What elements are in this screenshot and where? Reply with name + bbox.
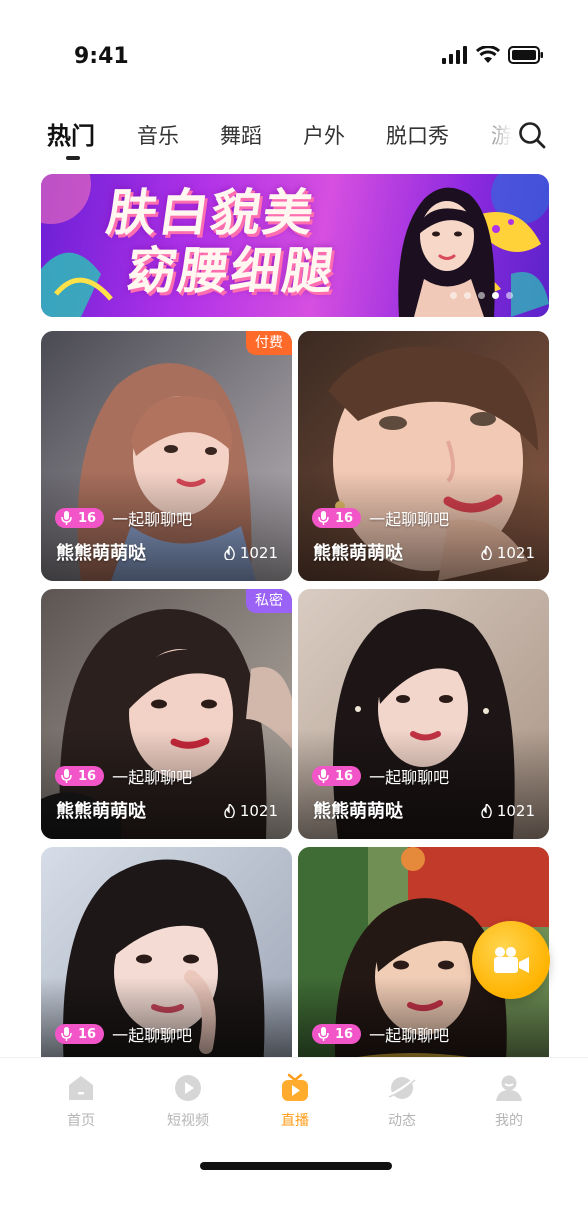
room-topic: 一起聊聊吧 [112, 1026, 193, 1045]
room-topic: 一起聊聊吧 [369, 1026, 450, 1045]
voice-count: 16 [335, 768, 354, 784]
flame-icon [481, 546, 492, 560]
home-indicator [200, 1162, 392, 1170]
topic-row: 16 一起聊聊吧 [312, 764, 449, 788]
status-icons [442, 46, 544, 64]
topic-row: 16 一起聊聊吧 [55, 506, 192, 530]
private-badge: 私密 [246, 589, 292, 613]
banner-dot[interactable] [478, 292, 485, 299]
voice-count-pill: 16 [55, 508, 105, 528]
live-room-card[interactable]: 私密 16 一起聊聊吧 熊熊萌萌哒 1021 [41, 589, 292, 839]
nav-item-short-video[interactable]: 短视频 [148, 1072, 228, 1130]
heat-value: 1021 [239, 544, 278, 562]
microphone-icon [318, 1027, 329, 1041]
nav-label: 短视频 [167, 1113, 209, 1129]
banner-dot-active[interactable] [492, 292, 499, 299]
flame-icon [224, 804, 235, 818]
wifi-icon [476, 46, 500, 63]
tab-indicator [66, 156, 80, 160]
live-room-card[interactable]: 16 一起聊聊吧 [41, 847, 292, 1057]
play-icon [175, 1075, 201, 1101]
live-room-card[interactable]: 16 一起聊聊吧 熊熊萌萌哒 1021 [298, 331, 549, 581]
tab-hot[interactable]: 热门 [47, 116, 95, 151]
room-topic: 一起聊聊吧 [112, 768, 193, 787]
nav-label: 直播 [281, 1113, 309, 1129]
streamer-name: 熊熊萌萌哒 [313, 801, 403, 822]
voice-count: 16 [78, 510, 97, 526]
paid-badge: 付费 [246, 331, 292, 355]
voice-count: 16 [78, 1026, 97, 1042]
promo-banner[interactable]: 肤白貌美 窈腰细腿 [41, 174, 549, 317]
topic-row: 16 一起聊聊吧 [312, 506, 449, 530]
banner-pagination [450, 292, 513, 299]
microphone-icon [61, 1027, 72, 1041]
microphone-icon [61, 511, 72, 525]
nav-item-profile[interactable]: 我的 [469, 1072, 549, 1130]
heat-count: 1021 [481, 802, 535, 820]
tab-outdoor[interactable]: 户外 [303, 120, 345, 150]
room-topic: 一起聊聊吧 [369, 510, 450, 529]
home-icon [69, 1076, 93, 1100]
voice-count-pill: 16 [312, 1024, 362, 1044]
voice-count: 16 [335, 510, 354, 526]
voice-count-pill: 16 [55, 766, 105, 786]
flame-icon [481, 804, 492, 818]
live-room-card[interactable]: 付费 16 一起聊聊吧 熊熊萌萌哒 1021 [41, 331, 292, 581]
banner-dot[interactable] [464, 292, 471, 299]
streamer-name: 熊熊萌萌哒 [56, 543, 146, 564]
nav-label: 动态 [388, 1113, 416, 1129]
heat-count: 1021 [224, 802, 278, 820]
go-live-button[interactable] [472, 921, 550, 999]
banner-dot[interactable] [450, 292, 457, 299]
heat-count: 1021 [481, 544, 535, 562]
battery-icon [508, 46, 543, 64]
voice-count-pill: 16 [312, 508, 362, 528]
banner-title-line2: 窈腰细腿 [122, 242, 339, 300]
banner-dot[interactable] [506, 292, 513, 299]
video-camera-icon [494, 947, 529, 973]
voice-count-pill: 16 [55, 1024, 105, 1044]
microphone-icon [318, 769, 329, 783]
streamer-name: 熊熊萌萌哒 [313, 543, 403, 564]
topic-row: 16 一起聊聊吧 [55, 764, 192, 788]
banner-title-line1: 肤白貌美 [103, 184, 320, 242]
voice-count: 16 [335, 1026, 354, 1042]
heat-value: 1021 [239, 802, 278, 820]
nav-item-live[interactable]: 直播 [255, 1072, 335, 1130]
nav-item-home[interactable]: 首页 [41, 1072, 121, 1130]
status-bar: 9:41 [0, 0, 588, 100]
topic-row: 16 一起聊聊吧 [55, 1022, 192, 1046]
nav-label: 我的 [495, 1113, 523, 1129]
microphone-icon [61, 769, 72, 783]
status-time: 9:41 [74, 44, 129, 69]
category-tabs: 热门 音乐 舞蹈 户外 脱口秀 游 [0, 110, 588, 166]
user-icon [496, 1075, 522, 1101]
topic-row: 16 一起聊聊吧 [312, 1022, 449, 1046]
heat-count: 1021 [224, 544, 278, 562]
nav-item-moments[interactable]: 动态 [362, 1072, 442, 1130]
room-topic: 一起聊聊吧 [369, 768, 450, 787]
search-icon[interactable] [517, 120, 547, 150]
tab-fade [470, 110, 520, 166]
room-topic: 一起聊聊吧 [112, 510, 193, 529]
nav-label: 首页 [67, 1113, 95, 1129]
bottom-nav: 首页 短视频 直播 动态 我的 [0, 1057, 588, 1208]
live-tv-icon [282, 1073, 308, 1101]
microphone-icon [318, 511, 329, 525]
heat-value: 1021 [496, 544, 535, 562]
signal-icon [442, 46, 467, 64]
flame-icon [224, 546, 235, 560]
live-room-card[interactable]: 16 一起聊聊吧 熊熊萌萌哒 1021 [298, 589, 549, 839]
banner-title: 肤白貌美 窈腰细腿 [95, 184, 347, 300]
tab-dance[interactable]: 舞蹈 [220, 120, 262, 150]
tab-talk-show[interactable]: 脱口秀 [386, 120, 449, 150]
heat-value: 1021 [496, 802, 535, 820]
tab-music[interactable]: 音乐 [137, 120, 179, 150]
streamer-name: 熊熊萌萌哒 [56, 801, 146, 822]
voice-count-pill: 16 [312, 766, 362, 786]
planet-icon [387, 1076, 417, 1099]
voice-count: 16 [78, 768, 97, 784]
